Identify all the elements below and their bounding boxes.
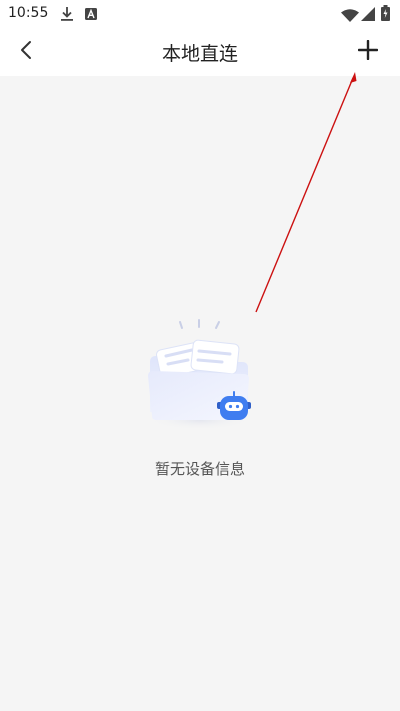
add-device-button[interactable] bbox=[350, 34, 386, 70]
app-bar: 本地直连 bbox=[0, 28, 400, 76]
empty-state-message: 暂无设备信息 bbox=[154, 460, 245, 478]
empty-folder-robot-illustration bbox=[138, 316, 264, 434]
battery-icon bbox=[381, 5, 390, 25]
a-notification-icon bbox=[84, 6, 98, 25]
page-title: 本地直连 bbox=[161, 43, 238, 65]
signal-icon bbox=[361, 6, 375, 25]
status-bar: 10:55 bbox=[0, 0, 400, 28]
download-icon bbox=[60, 6, 74, 26]
plus-icon bbox=[357, 39, 379, 64]
status-time: 10:55 bbox=[8, 5, 49, 21]
screen: 10:55 本地直连 暂无设备信息 bbox=[0, 0, 400, 711]
wifi-icon bbox=[341, 7, 359, 26]
